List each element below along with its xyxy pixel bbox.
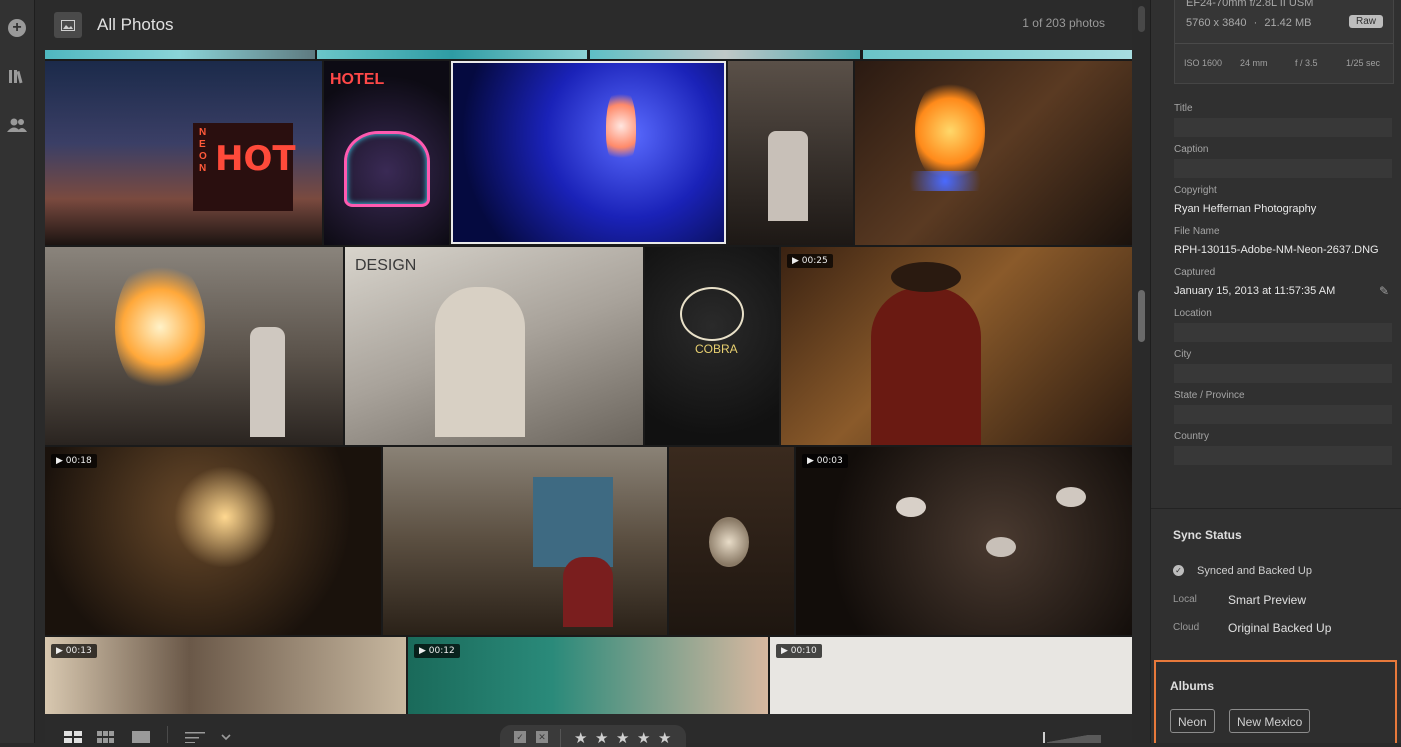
photo-thumbnail[interactable] <box>383 447 667 635</box>
video-thumbnail[interactable]: ▶ 00:03 <box>796 447 1132 635</box>
star-icon[interactable]: ★ <box>658 729 671 747</box>
photo-thumbnail[interactable] <box>45 50 315 59</box>
grid-header: All Photos 1 of 203 photos <box>35 0 1132 50</box>
video-duration: ▶ 00:03 <box>802 454 848 468</box>
photo-thumbnail[interactable]: HOTEL <box>324 61 449 245</box>
raw-badge: Raw <box>1348 15 1383 28</box>
left-rail: + <box>0 0 35 743</box>
info-panel: EF24-70mm f/2.8L II USM 5760 x 3840 · 21… <box>1150 0 1401 743</box>
scrollbar-top <box>1138 6 1145 32</box>
check-circle-icon: ✓ <box>1173 565 1184 576</box>
grid-scrollbar[interactable] <box>1133 0 1150 743</box>
cloud-label: Cloud <box>1173 622 1200 633</box>
video-duration: ▶ 00:25 <box>787 254 833 268</box>
focal-length: 24 mm <box>1240 58 1268 68</box>
video-thumbnail[interactable]: ▶ 00:25 <box>781 247 1132 445</box>
square-grid-icon[interactable] <box>97 731 115 743</box>
filename-label: File Name <box>1174 226 1220 237</box>
grid-view-icon[interactable] <box>64 731 82 743</box>
photo-thumbnail[interactable] <box>855 61 1132 245</box>
reject-icon[interactable]: ✕ <box>536 731 548 743</box>
country-input[interactable] <box>1174 446 1392 465</box>
album-chip-neon[interactable]: Neon <box>1170 709 1215 733</box>
filter-divider <box>560 729 561 747</box>
photo-thumbnail[interactable]: HOT NEON <box>45 61 322 245</box>
shutter-speed: 1/25 sec <box>1346 58 1381 68</box>
edit-pencil-icon[interactable]: ✎ <box>1379 284 1389 298</box>
iso-value: ISO 1600 <box>1184 58 1223 68</box>
city-label: City <box>1174 349 1192 360</box>
video-thumbnail[interactable]: ▶ 00:12 <box>408 637 768 714</box>
star-icon[interactable]: ★ <box>616 729 629 747</box>
albums-section: Albums Neon New Mexico <box>1154 660 1397 743</box>
state-input[interactable] <box>1174 405 1392 424</box>
photo-thumbnail[interactable]: COBRA <box>645 247 779 445</box>
separator-dot: · <box>1253 17 1258 29</box>
chevron-down-icon[interactable] <box>220 731 232 743</box>
file-size: 21.42 MB <box>1264 17 1312 29</box>
lens-info: EF24-70mm f/2.8L II USM <box>1186 0 1314 9</box>
copyright-value[interactable]: Ryan Heffernan Photography <box>1174 203 1316 215</box>
sync-status-title: Sync Status <box>1173 528 1242 542</box>
photo-thumbnail[interactable] <box>317 50 587 59</box>
image-dimensions: 5760 x 3840 · 21.42 MB <box>1186 17 1311 29</box>
copyright-label: Copyright <box>1174 185 1217 196</box>
video-thumbnail[interactable]: ▶ 00:13 <box>45 637 406 714</box>
location-input[interactable] <box>1174 323 1392 342</box>
toolbar-divider <box>167 726 168 743</box>
dimensions-value: 5760 x 3840 <box>1186 17 1247 29</box>
video-thumbnail[interactable]: ▶ 00:10 <box>770 637 1132 714</box>
video-thumbnail[interactable]: ▶ 00:18 <box>45 447 381 635</box>
photo-thumbnail[interactable] <box>45 247 343 445</box>
flag-icon[interactable]: ✓ <box>514 731 526 743</box>
filter-bar: ✓ ✕ ★ ★ ★ ★ ★ <box>500 725 686 747</box>
photo-thumbnail[interactable] <box>669 447 794 635</box>
video-duration: ▶ 00:10 <box>776 644 822 658</box>
video-duration: ▶ 00:12 <box>414 644 460 658</box>
photo-thumbnail[interactable]: DESIGN <box>345 247 643 445</box>
people-icon[interactable] <box>6 114 28 136</box>
location-label: Location <box>1174 308 1212 319</box>
section-divider <box>1151 508 1401 509</box>
library-icon[interactable] <box>6 65 28 87</box>
sync-status-text: Synced and Backed Up <box>1197 565 1312 577</box>
filename-value: RPH-130115-Adobe-NM-Neon-2637.DNG <box>1174 244 1379 256</box>
thumbnail-size-slider[interactable] <box>1043 732 1101 743</box>
page-title: All Photos <box>97 15 174 34</box>
photo-thumbnail-selected[interactable] <box>451 61 726 244</box>
album-chip-new-mexico[interactable]: New Mexico <box>1229 709 1311 733</box>
photo-thumbnail[interactable] <box>728 61 853 245</box>
camera-info-box: EF24-70mm f/2.8L II USM 5760 x 3840 · 21… <box>1174 0 1394 84</box>
captured-value: January 15, 2013 at 11:57:35 AM <box>1174 285 1336 297</box>
photo-grid: HOT NEON HOTEL DESIGN COBRA ▶ 00:25 ▶ 00… <box>45 50 1132 714</box>
divider <box>1175 43 1393 44</box>
photo-icon <box>54 12 82 38</box>
scrollbar-thumb[interactable] <box>1138 290 1145 342</box>
photo-count: 1 of 203 photos <box>1022 16 1105 30</box>
aperture: f / 3.5 <box>1295 58 1318 68</box>
video-duration: ▶ 00:18 <box>51 454 97 468</box>
local-label: Local <box>1173 594 1197 605</box>
caption-label: Caption <box>1174 144 1209 155</box>
title-input[interactable] <box>1174 118 1392 137</box>
bottom-toolbar: ✓ ✕ ★ ★ ★ ★ ★ <box>45 714 1132 747</box>
caption-input[interactable] <box>1174 159 1392 178</box>
star-icon[interactable]: ★ <box>574 729 587 747</box>
sort-icon[interactable] <box>185 731 205 743</box>
cloud-value: Original Backed Up <box>1228 621 1332 635</box>
state-label: State / Province <box>1174 390 1245 401</box>
photo-thumbnail[interactable] <box>863 50 1132 59</box>
star-icon[interactable]: ★ <box>595 729 608 747</box>
local-value: Smart Preview <box>1228 593 1307 607</box>
title-label: Title <box>1174 103 1193 114</box>
captured-label: Captured <box>1174 267 1216 278</box>
country-label: Country <box>1174 431 1210 442</box>
star-icon[interactable]: ★ <box>637 729 650 747</box>
add-icon[interactable]: + <box>6 17 28 39</box>
albums-title: Albums <box>1170 679 1215 693</box>
single-view-icon[interactable] <box>132 731 150 743</box>
city-input[interactable] <box>1174 364 1392 383</box>
photo-thumbnail[interactable] <box>590 50 860 59</box>
video-duration: ▶ 00:13 <box>51 644 97 658</box>
